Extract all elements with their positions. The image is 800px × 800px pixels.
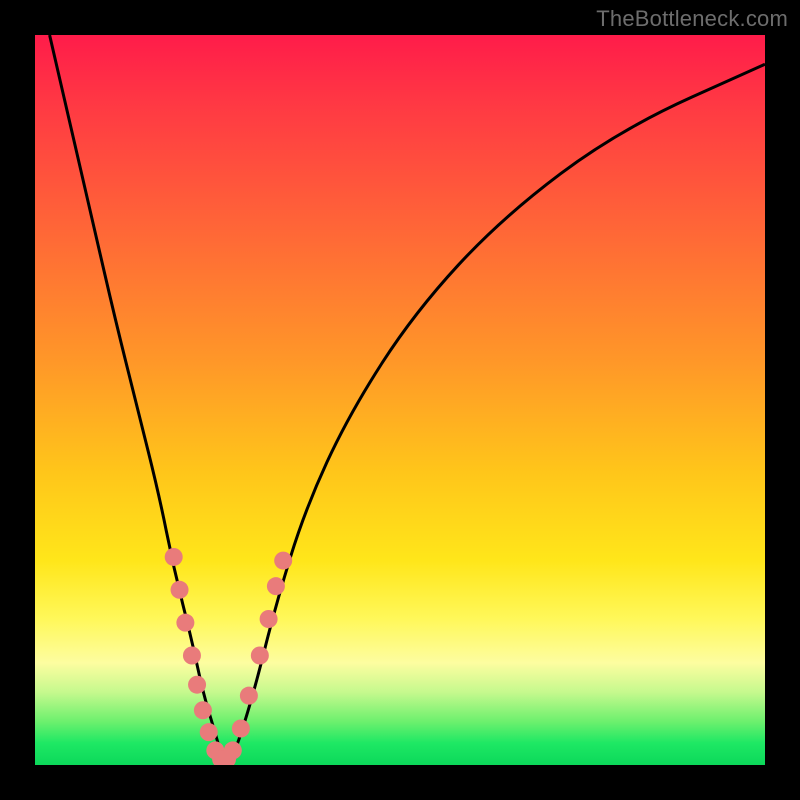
marker-dot <box>240 687 258 705</box>
chart-frame: TheBottleneck.com <box>0 0 800 800</box>
marker-dot <box>232 720 250 738</box>
marker-dot <box>183 647 201 665</box>
marker-dot <box>200 723 218 741</box>
marker-dot <box>176 614 194 632</box>
marker-dot <box>188 676 206 694</box>
marker-dot <box>267 577 285 595</box>
watermark-text: TheBottleneck.com <box>596 6 788 32</box>
marker-dot <box>260 610 278 628</box>
marker-dot <box>165 548 183 566</box>
curve-layer <box>35 35 765 765</box>
marker-dot <box>274 552 292 570</box>
marker-dot <box>194 701 212 719</box>
marker-dot <box>171 581 189 599</box>
marker-dot <box>251 647 269 665</box>
plot-area <box>35 35 765 765</box>
bottleneck-curve <box>50 35 765 759</box>
marker-dot <box>224 741 242 759</box>
marker-group <box>165 548 293 765</box>
